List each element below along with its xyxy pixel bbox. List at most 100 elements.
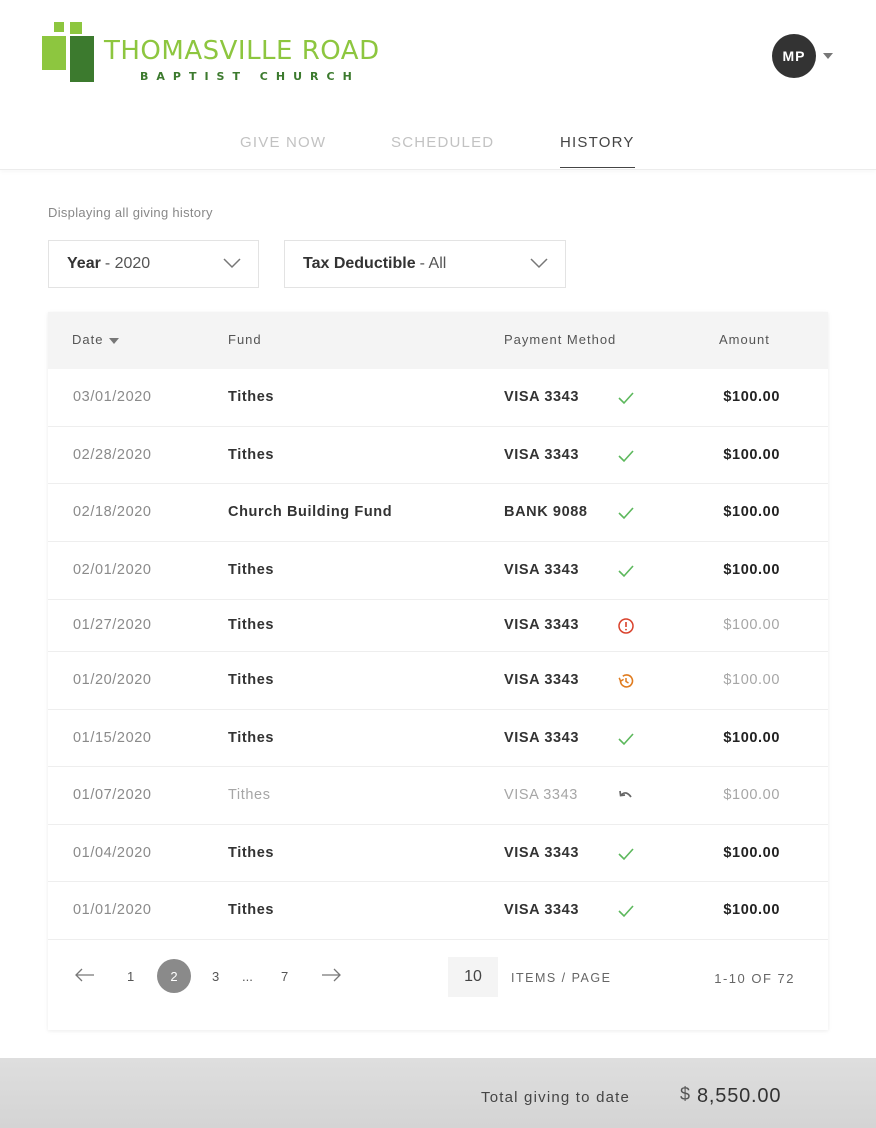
row-amount: $100.00 <box>723 730 780 746</box>
row-amount: $100.00 <box>723 617 780 633</box>
row-date: 01/15/2020 <box>73 730 152 746</box>
arrow-right-icon[interactable] <box>320 967 342 983</box>
pending-history-icon <box>618 674 634 688</box>
row-date: 01/20/2020 <box>73 672 152 688</box>
amount-column-header: Amount <box>719 332 770 347</box>
total-giving-label: Total giving to date <box>481 1089 631 1106</box>
table-row[interactable]: 01/04/2020 Tithes VISA 3343 $100.00 <box>48 825 828 882</box>
check-icon <box>618 392 634 405</box>
page-1-link[interactable]: 1 <box>127 969 134 984</box>
tax-deductible-select[interactable]: Tax Deductible - All <box>284 240 566 288</box>
table-row[interactable]: 01/20/2020 Tithes VISA 3343 $100.00 <box>48 652 828 710</box>
year-select-label: Year <box>67 255 101 272</box>
row-payment-method: VISA 3343 <box>504 389 579 405</box>
table-row[interactable]: 03/01/2020 Tithes VISA 3343 $100.00 <box>48 369 828 427</box>
page-3-link[interactable]: 3 <box>212 969 219 984</box>
table-row[interactable]: 01/27/2020 Tithes VISA 3343 $100.00 <box>48 600 828 652</box>
fund-column-header: Fund <box>228 332 262 347</box>
sort-desc-icon[interactable] <box>109 337 120 344</box>
row-fund: Tithes <box>228 389 275 405</box>
row-fund: Tithes <box>228 617 275 633</box>
row-date: 01/27/2020 <box>73 617 152 633</box>
total-giving-amount: 8,550.00 <box>697 1085 782 1107</box>
giving-history-table: Date Fund Payment Method Amount 03/01/20… <box>48 312 828 1030</box>
table-row[interactable]: 02/01/2020 Tithes VISA 3343 $100.00 <box>48 542 828 600</box>
table-row[interactable]: 01/07/2020 Tithes VISA 3343 $100.00 <box>48 767 828 825</box>
user-menu[interactable]: MP <box>772 34 833 78</box>
tab-give-now[interactable]: GIVE NOW <box>240 134 326 168</box>
row-payment-method: BANK 9088 <box>504 504 588 520</box>
row-payment-method: VISA 3343 <box>504 562 579 578</box>
row-date: 02/01/2020 <box>73 562 152 578</box>
row-payment-method: VISA 3343 <box>504 617 579 633</box>
logo-mark-icon <box>42 22 96 82</box>
tab-bar: GIVE NOW SCHEDULED HISTORY <box>0 134 876 168</box>
chevron-down-icon <box>530 258 548 269</box>
table-row[interactable]: 01/15/2020 Tithes VISA 3343 $100.00 <box>48 710 828 767</box>
row-payment-method: VISA 3343 <box>504 447 579 463</box>
total-giving-bar: Total giving to date $ 8,550.00 <box>0 1058 876 1128</box>
chevron-down-icon <box>223 258 241 269</box>
table-row[interactable]: 01/01/2020 Tithes VISA 3343 $100.00 <box>48 882 828 940</box>
items-per-page-input[interactable] <box>448 957 498 997</box>
check-icon <box>618 733 634 746</box>
tax-select-label: Tax Deductible <box>303 255 416 272</box>
refund-icon <box>619 790 632 798</box>
header: THOMASVILLE ROAD BAPTIST CHURCH MP GIVE … <box>0 0 876 170</box>
page-7-link[interactable]: 7 <box>281 969 288 984</box>
row-payment-method: VISA 3343 <box>504 902 579 918</box>
row-amount: $100.00 <box>723 447 780 463</box>
table-header: Date Fund Payment Method Amount <box>48 312 828 369</box>
row-fund: Tithes <box>228 902 275 918</box>
row-fund: Tithes <box>228 562 275 578</box>
row-fund: Tithes <box>228 672 275 688</box>
row-date: 03/01/2020 <box>73 389 152 405</box>
year-select[interactable]: Year - 2020 <box>48 240 259 288</box>
date-header-label: Date <box>72 332 104 347</box>
row-amount: $100.00 <box>723 562 780 578</box>
row-amount: $100.00 <box>723 845 780 861</box>
pagination: 1 2 3 ... 7 ITEMS / PAGE 1-10 OF 72 <box>48 940 828 1030</box>
row-payment-method: VISA 3343 <box>504 787 578 803</box>
row-payment-method: VISA 3343 <box>504 845 579 861</box>
row-date: 02/28/2020 <box>73 447 152 463</box>
row-fund: Tithes <box>228 845 275 861</box>
tab-history[interactable]: HISTORY <box>560 134 635 168</box>
row-amount: $100.00 <box>723 902 780 918</box>
pagination-range: 1-10 OF 72 <box>714 971 795 986</box>
items-per-page-label: ITEMS / PAGE <box>511 971 612 985</box>
avatar[interactable]: MP <box>772 34 816 78</box>
tax-select-value: - All <box>419 255 447 272</box>
row-fund: Tithes <box>228 787 271 803</box>
page-2-current[interactable]: 2 <box>157 959 191 993</box>
history-subtitle: Displaying all giving history <box>48 205 213 220</box>
church-subname: BAPTIST CHURCH <box>140 70 360 83</box>
table-row[interactable]: 02/18/2020 Church Building Fund BANK 9088 $… <box>48 484 828 542</box>
tab-scheduled[interactable]: SCHEDULED <box>391 134 494 168</box>
row-date: 01/07/2020 <box>73 787 152 803</box>
row-fund: Church Building Fund <box>228 504 393 520</box>
row-fund: Tithes <box>228 730 275 746</box>
row-date: 02/18/2020 <box>73 504 152 520</box>
row-amount: $100.00 <box>723 787 780 803</box>
date-column-header[interactable]: Date <box>72 332 120 347</box>
row-amount: $100.00 <box>723 389 780 405</box>
check-icon <box>618 848 634 861</box>
check-icon <box>618 450 634 463</box>
church-logo[interactable]: THOMASVILLE ROAD BAPTIST CHURCH <box>42 22 402 84</box>
payment-column-header: Payment Method <box>504 332 617 347</box>
row-fund: Tithes <box>228 447 275 463</box>
row-date: 01/04/2020 <box>73 845 152 861</box>
row-date: 01/01/2020 <box>73 902 152 918</box>
caret-down-icon[interactable] <box>823 53 833 59</box>
total-currency-symbol: $ <box>680 1084 691 1104</box>
table-row[interactable]: 02/28/2020 Tithes VISA 3343 $100.00 <box>48 427 828 484</box>
page-ellipsis: ... <box>242 969 253 984</box>
year-select-value: - 2020 <box>104 255 151 272</box>
check-icon <box>618 507 634 520</box>
church-name: THOMASVILLE ROAD <box>104 36 380 66</box>
arrow-left-icon[interactable] <box>74 967 96 983</box>
row-payment-method: VISA 3343 <box>504 672 579 688</box>
alert-icon <box>618 618 634 634</box>
row-amount: $100.00 <box>723 504 780 520</box>
